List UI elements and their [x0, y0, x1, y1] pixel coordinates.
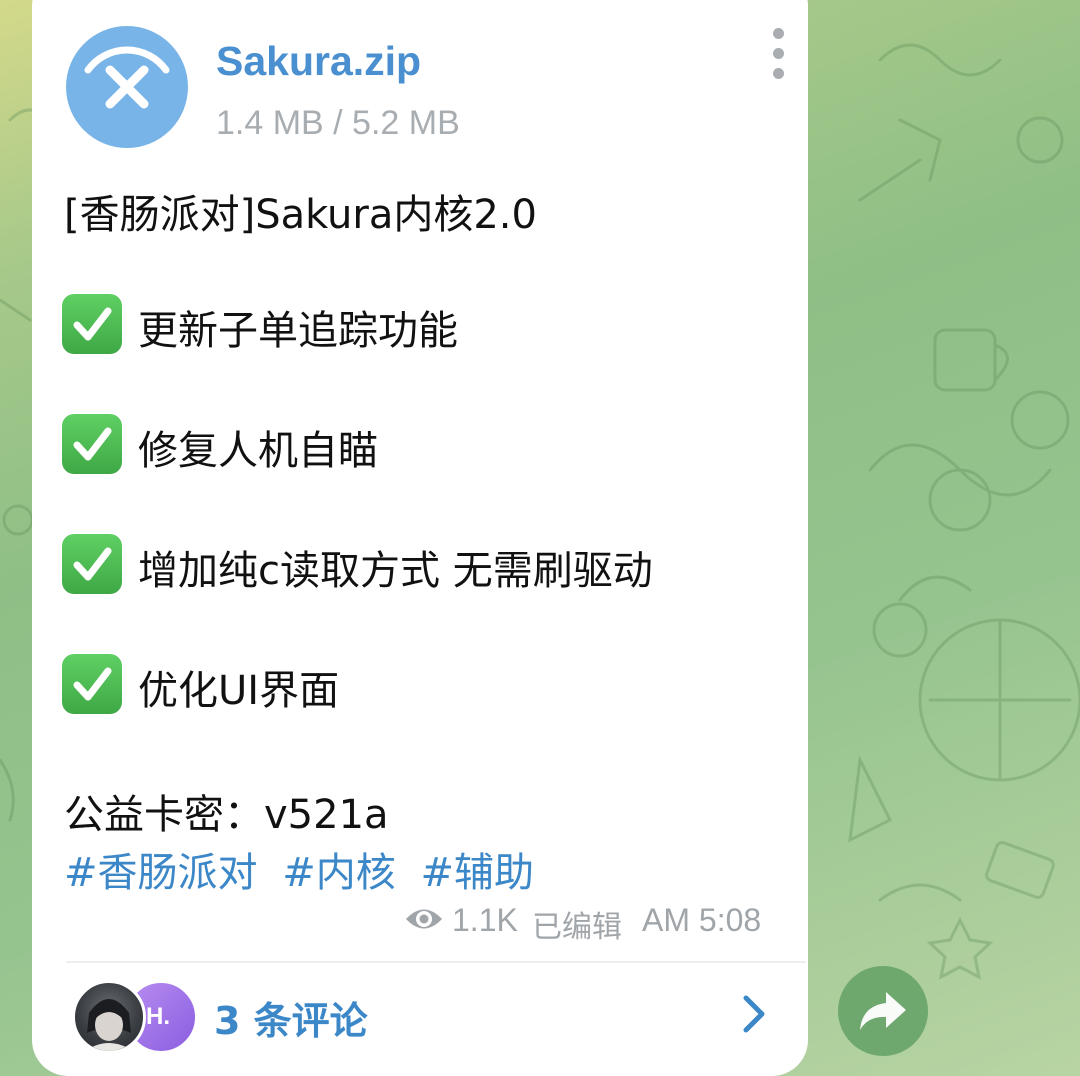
feature-text: 修复人机自瞄	[138, 428, 378, 474]
cancel-download-icon	[84, 46, 170, 109]
check-mark-icon	[62, 534, 122, 594]
file-download-button[interactable]	[66, 26, 188, 148]
file-name[interactable]: Sakura.zip	[216, 38, 421, 85]
file-size-progress: 1.4 MB / 5.2 MB	[216, 104, 460, 142]
hashtag-list: #香肠派对 #内核 #辅助	[64, 840, 546, 898]
message-time: AM 5:08	[642, 902, 762, 938]
check-mark-icon	[62, 654, 122, 714]
divider	[66, 961, 806, 963]
eye-icon	[406, 909, 442, 929]
hashtag-link[interactable]: #内核	[282, 850, 396, 896]
comments-label: 3 条评论	[214, 999, 368, 1043]
feature-text: 优化UI界面	[138, 668, 340, 714]
key-line: 公益卡密：v521a	[64, 792, 389, 838]
avatar-image	[85, 999, 133, 1051]
avatar	[72, 980, 146, 1054]
feature-text: 更新子单追踪功能	[138, 308, 458, 354]
hashtag-link[interactable]: #辅助	[420, 850, 534, 896]
comments-button[interactable]: H. 3 条评论	[64, 970, 784, 1058]
feature-text: 增加纯c读取方式 无需刷驱动	[138, 548, 653, 594]
check-mark-icon	[62, 294, 122, 354]
hashtag-link[interactable]: #香肠派对	[64, 850, 258, 896]
chevron-right-icon	[743, 995, 765, 1033]
more-options-icon[interactable]	[768, 28, 790, 80]
share-button[interactable]	[838, 966, 928, 1056]
view-count: 1.1K	[452, 902, 518, 938]
share-arrow-icon	[860, 992, 906, 1030]
edited-label: 已编辑	[532, 910, 622, 945]
message-title: [香肠派对]Sakura内核2.0	[64, 192, 537, 238]
check-mark-icon	[62, 414, 122, 474]
